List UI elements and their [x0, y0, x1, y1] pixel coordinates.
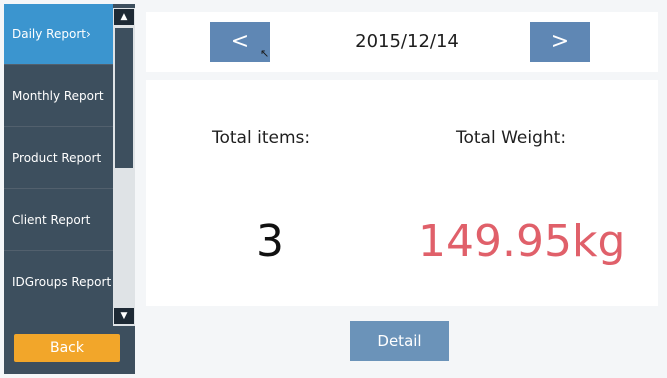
divider: [4, 188, 113, 189]
sidebar-item-idgroups-report[interactable]: IDGroups Report: [4, 252, 113, 312]
current-date: 2015/12/14: [355, 31, 459, 52]
sidebar-scrollbar[interactable]: ▲ ▼: [113, 8, 135, 326]
scroll-up-icon[interactable]: ▲: [114, 9, 134, 25]
mouse-pointer-icon: ↖: [260, 47, 270, 60]
sidebar-item-label: Daily Report: [12, 27, 86, 41]
back-button[interactable]: Back: [14, 334, 120, 362]
summary-panel: Total items: Total Weight: 3 149.95kg: [146, 80, 658, 306]
sidebar-item-label: IDGroups Report: [12, 275, 112, 289]
scrollbar-thumb[interactable]: [115, 28, 133, 168]
sidebar-item-monthly-report[interactable]: Monthly Report: [4, 66, 113, 126]
sidebar-item-label: Monthly Report: [12, 89, 104, 103]
next-date-button[interactable]: >: [530, 22, 590, 62]
sidebar-item-label: Client Report: [12, 213, 91, 227]
sidebar-item-client-report[interactable]: Client Report: [4, 190, 113, 250]
total-items-value: 3: [256, 216, 284, 267]
detail-button[interactable]: Detail: [350, 321, 449, 361]
total-weight-value: 149.95kg: [418, 216, 626, 267]
chevron-left-icon: <: [230, 29, 250, 54]
sidebar: Daily Report› Monthly Report Product Rep…: [4, 4, 135, 374]
previous-date-button[interactable]: < ↖: [210, 22, 270, 62]
chevron-right-icon: ›: [85, 27, 91, 41]
chevron-right-icon: >: [550, 29, 570, 54]
scroll-down-icon[interactable]: ▼: [114, 308, 134, 324]
date-navigator: < ↖ 2015/12/14 >: [146, 12, 658, 72]
total-items-label: Total items:: [212, 128, 311, 148]
sidebar-item-label: Product Report: [12, 151, 102, 165]
app-frame: Daily Report› Monthly Report Product Rep…: [0, 0, 667, 378]
total-weight-label: Total Weight:: [456, 128, 567, 148]
sidebar-item-product-report[interactable]: Product Report: [4, 128, 113, 188]
divider: [4, 64, 113, 65]
sidebar-item-daily-report[interactable]: Daily Report›: [4, 4, 113, 64]
divider: [4, 126, 113, 127]
divider: [4, 250, 113, 251]
